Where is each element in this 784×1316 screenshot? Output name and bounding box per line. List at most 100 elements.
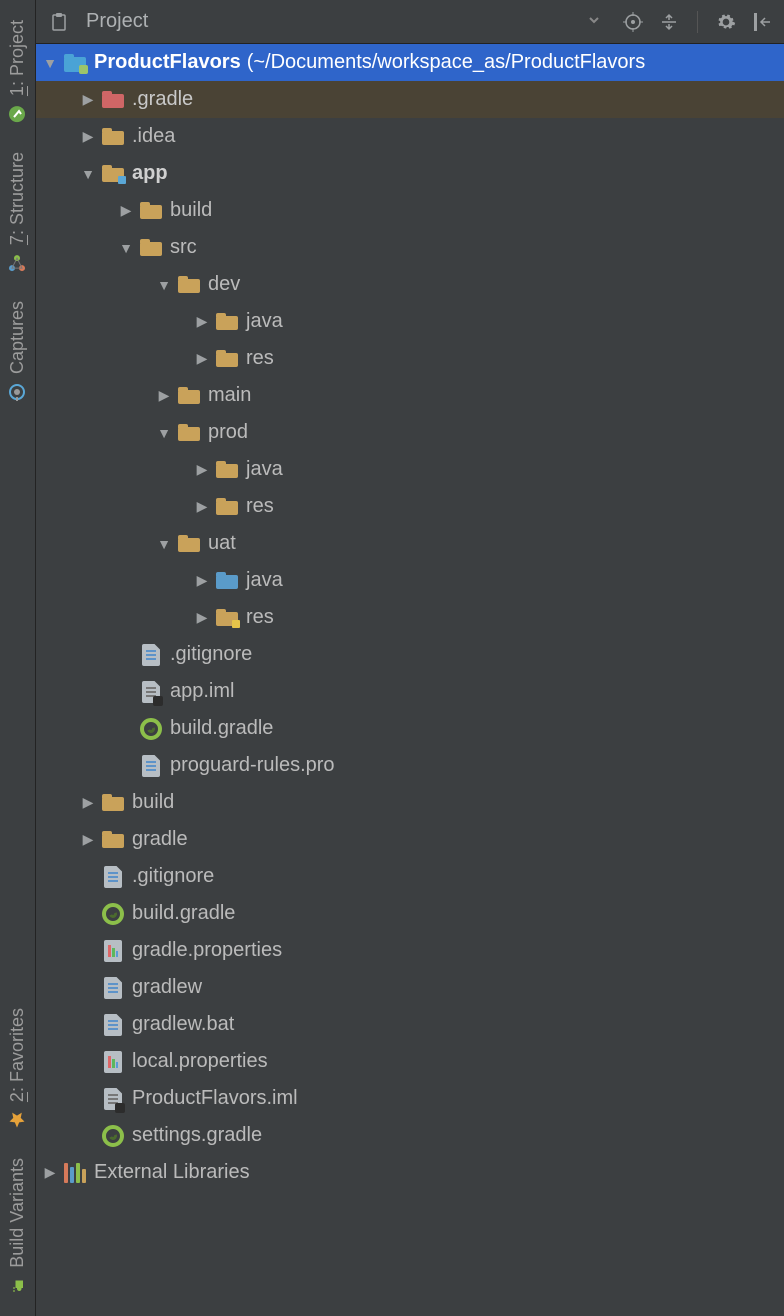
tree-folder-dev-java[interactable]: ▶ java <box>36 303 784 340</box>
tree-root[interactable]: ▼ ProductFlavors (~/Documents/workspace_… <box>36 44 784 81</box>
tree-file-gradle-properties[interactable]: ▶ gradle.properties <box>36 932 784 969</box>
sidebar-tab-structure[interactable]: 7: Structure <box>7 138 28 287</box>
project-tab-icon <box>8 104 28 124</box>
folder-icon <box>100 88 126 112</box>
expand-toggle[interactable]: ▼ <box>152 536 176 552</box>
tree-folder-prod-res[interactable]: ▶ res <box>36 488 784 525</box>
libraries-icon <box>62 1161 88 1185</box>
sidebar-tab-project[interactable]: 1: Project <box>7 6 28 138</box>
expand-toggle[interactable]: ▶ <box>114 202 138 219</box>
tree-file-local-properties[interactable]: ▶ local.properties <box>36 1043 784 1080</box>
tree-folder-gradle[interactable]: ▶ gradle <box>36 821 784 858</box>
expand-toggle[interactable]: ▼ <box>152 277 176 293</box>
text-file-icon <box>100 976 126 1000</box>
gradle-file-icon <box>138 717 164 741</box>
tree-folder-prod[interactable]: ▼ prod <box>36 414 784 451</box>
folder-icon <box>100 828 126 852</box>
folder-icon <box>214 495 240 519</box>
expand-toggle[interactable]: ▶ <box>76 128 100 145</box>
view-mode-chevron-icon[interactable] <box>587 13 601 30</box>
iml-file-icon <box>100 1087 126 1111</box>
collapse-all-icon[interactable] <box>657 10 681 34</box>
project-panel: Project ▼ ProductFlavors (~/Doc <box>36 0 784 1316</box>
folder-icon <box>176 384 202 408</box>
tree-file-app-gitignore[interactable]: ▶ .gitignore <box>36 636 784 673</box>
tree-folder-prod-java[interactable]: ▶ java <box>36 451 784 488</box>
expand-toggle[interactable]: ▶ <box>190 572 214 589</box>
toolbar-separator <box>697 11 698 33</box>
project-toolbar: Project <box>36 0 784 44</box>
expand-toggle[interactable]: ▶ <box>38 1164 62 1181</box>
source-folder-icon <box>214 569 240 593</box>
tree-file-settings-gradle[interactable]: ▶ settings.gradle <box>36 1117 784 1154</box>
sidebar-tab-build-variants[interactable]: Build Variants <box>7 1144 28 1310</box>
tree-file-app-iml[interactable]: ▶ app.iml <box>36 673 784 710</box>
tree-external-libraries[interactable]: ▶ External Libraries <box>36 1154 784 1191</box>
tree-folder-dev-res[interactable]: ▶ res <box>36 340 784 377</box>
sidebar-tab-favorites[interactable]: 2: Favorites <box>7 994 28 1144</box>
text-file-icon <box>138 643 164 667</box>
text-file-icon <box>100 1013 126 1037</box>
tree-module-app[interactable]: ▼ app <box>36 155 784 192</box>
expand-toggle[interactable]: ▶ <box>76 831 100 848</box>
tree-file-app-build-gradle[interactable]: ▶ build.gradle <box>36 710 784 747</box>
expand-toggle[interactable]: ▶ <box>76 794 100 811</box>
target-icon[interactable] <box>621 10 645 34</box>
project-root-icon <box>62 51 88 75</box>
tree-folder-build[interactable]: ▶ build <box>36 784 784 821</box>
text-file-icon <box>138 754 164 778</box>
folder-icon <box>100 791 126 815</box>
expand-toggle[interactable]: ▼ <box>38 55 62 71</box>
module-folder-icon <box>100 162 126 186</box>
expand-toggle[interactable]: ▶ <box>190 313 214 330</box>
expand-toggle[interactable]: ▼ <box>76 166 100 182</box>
tree-file-gitignore[interactable]: ▶ .gitignore <box>36 858 784 895</box>
expand-toggle[interactable]: ▶ <box>76 91 100 108</box>
tree-folder-idea[interactable]: ▶ .idea <box>36 118 784 155</box>
gear-icon[interactable] <box>714 10 738 34</box>
expand-toggle[interactable]: ▼ <box>114 240 138 256</box>
tree-file-gradlew-bat[interactable]: ▶ gradlew.bat <box>36 1006 784 1043</box>
root-path: (~/Documents/workspace_as/ProductFlavors <box>247 51 646 74</box>
sidebar-tab-captures[interactable]: Captures <box>7 287 28 416</box>
captures-tab-icon <box>8 382 28 402</box>
project-tree[interactable]: ▼ ProductFlavors (~/Documents/workspace_… <box>36 44 784 1316</box>
properties-file-icon <box>100 939 126 963</box>
folder-icon <box>176 273 202 297</box>
expand-toggle[interactable]: ▶ <box>190 461 214 478</box>
tree-folder-uat-java[interactable]: ▶ java <box>36 562 784 599</box>
build-variants-tab-icon <box>8 1276 28 1296</box>
hide-panel-icon[interactable] <box>750 10 774 34</box>
gradle-file-icon <box>100 1124 126 1148</box>
expand-toggle[interactable]: ▶ <box>152 387 176 404</box>
folder-icon <box>176 421 202 445</box>
tree-folder-app-build[interactable]: ▶ build <box>36 192 784 229</box>
root-name: ProductFlavors <box>94 51 241 74</box>
tree-folder-main[interactable]: ▶ main <box>36 377 784 414</box>
resource-folder-icon <box>214 606 240 630</box>
expand-toggle[interactable]: ▶ <box>190 350 214 367</box>
tree-folder-src[interactable]: ▼ src <box>36 229 784 266</box>
tree-folder-uat-res[interactable]: ▶ res <box>36 599 784 636</box>
tree-file-productflavors-iml[interactable]: ▶ ProductFlavors.iml <box>36 1080 784 1117</box>
tree-folder-gradle-hidden[interactable]: ▶ .gradle <box>36 81 784 118</box>
tree-file-gradlew[interactable]: ▶ gradlew <box>36 969 784 1006</box>
expand-toggle[interactable]: ▼ <box>152 425 176 441</box>
folder-icon <box>214 310 240 334</box>
view-mode-label[interactable]: Project <box>86 10 148 33</box>
iml-file-icon <box>138 680 164 704</box>
tree-file-build-gradle[interactable]: ▶ build.gradle <box>36 895 784 932</box>
folder-icon <box>138 199 164 223</box>
folder-icon <box>138 236 164 260</box>
tree-file-proguard[interactable]: ▶ proguard-rules.pro <box>36 747 784 784</box>
tree-folder-uat[interactable]: ▼ uat <box>36 525 784 562</box>
folder-icon <box>214 347 240 371</box>
left-gutter: 1: Project 7: Structure Captures 2: Favo… <box>0 0 36 1316</box>
folder-icon <box>100 125 126 149</box>
expand-toggle[interactable]: ▶ <box>190 609 214 626</box>
text-file-icon <box>100 865 126 889</box>
tree-folder-dev[interactable]: ▼ dev <box>36 266 784 303</box>
clipboard-icon <box>46 10 72 34</box>
folder-icon <box>214 458 240 482</box>
expand-toggle[interactable]: ▶ <box>190 498 214 515</box>
